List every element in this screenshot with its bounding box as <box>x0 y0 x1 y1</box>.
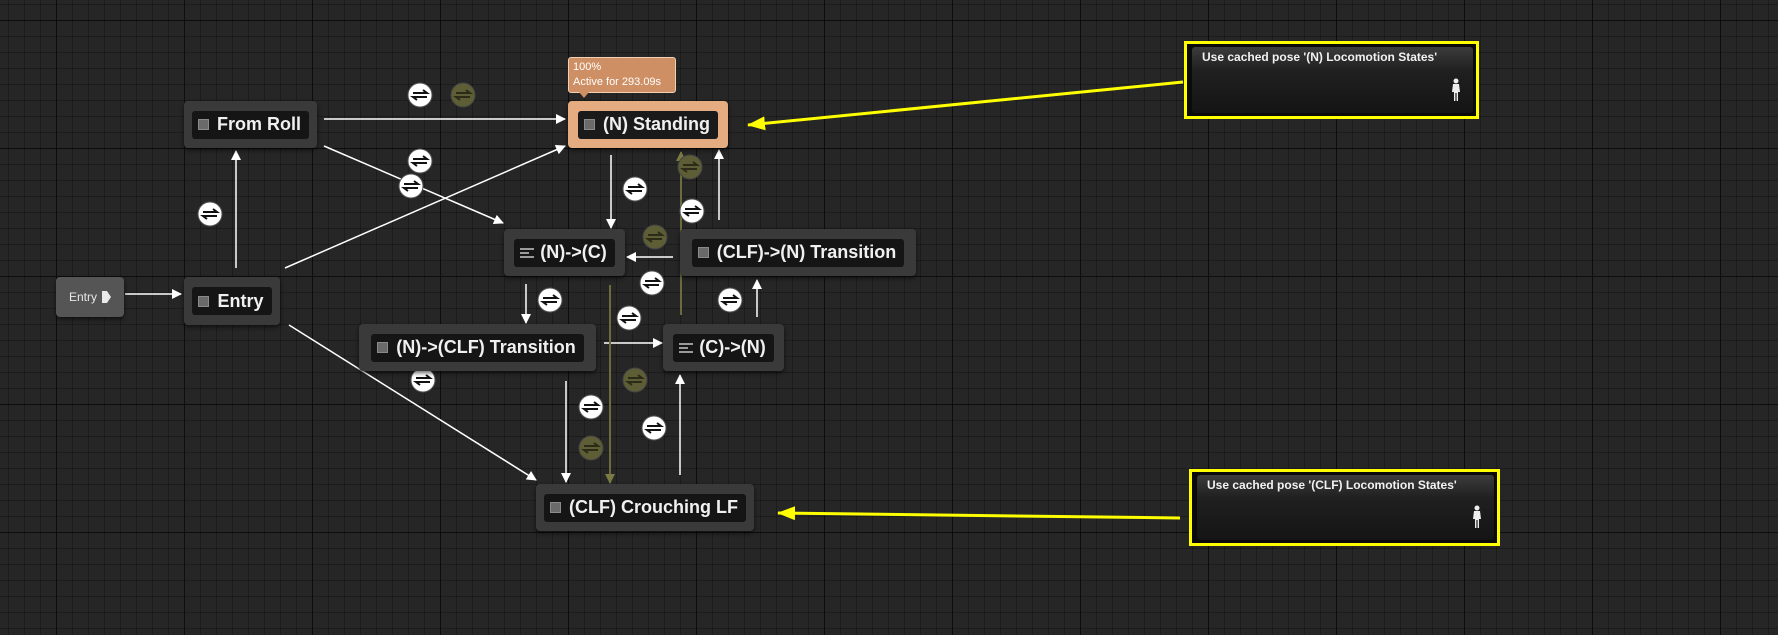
cached-pose-comment-clf[interactable]: Use cached pose '(CLF) Locomotion States… <box>1189 469 1500 546</box>
state-clf-crouching-lf[interactable]: (CLF) Crouching LF <box>536 484 754 531</box>
conduit-label: (N)->(C) <box>540 242 607 262</box>
exec-pin-icon[interactable] <box>102 291 111 303</box>
state-icon <box>198 295 210 307</box>
state-icon <box>584 119 595 130</box>
comment-text: Use cached pose '(CLF) Locomotion States… <box>1207 478 1457 492</box>
state-n-to-clf-transition[interactable]: (N)->(CLF) Transition <box>359 324 596 371</box>
state-n-standing[interactable]: (N) Standing <box>568 101 728 148</box>
comment-arrow-clf <box>777 506 1181 521</box>
state-label: (CLF)->(N) Transition <box>716 242 897 262</box>
state-entry[interactable]: Entry <box>184 277 280 325</box>
state-label: From Roll <box>217 114 301 134</box>
person-icon <box>1473 505 1481 528</box>
state-icon <box>697 247 709 258</box>
blend-weight: 100% <box>573 61 602 73</box>
state-label: (N) Standing <box>603 114 710 134</box>
state-clf-to-n-transition[interactable]: (CLF)->(N) Transition <box>680 229 916 276</box>
comment-arrow-standing <box>747 80 1184 131</box>
state-icon <box>198 119 209 130</box>
state-icon <box>550 502 562 513</box>
state-label: Entry <box>217 290 264 311</box>
entry-point-label: Entry <box>68 290 97 304</box>
active-state-tooltip: 100% Active for 293.09s <box>568 57 676 98</box>
active-duration: Active for 293.09s <box>573 76 662 88</box>
comment-body: Use cached pose '(N) Locomotion States' <box>1192 47 1473 113</box>
conduit-n-to-c[interactable]: (N)->(C) <box>504 229 625 276</box>
comment-body: Use cached pose '(CLF) Locomotion States… <box>1197 475 1494 540</box>
state-label: (CLF) Crouching LF <box>569 497 738 517</box>
state-label: (N)->(CLF) Transition <box>396 337 576 357</box>
comment-text: Use cached pose '(N) Locomotion States' <box>1202 50 1438 64</box>
conduit-icon <box>520 247 535 259</box>
person-icon <box>1452 78 1460 101</box>
cached-pose-comment-n[interactable]: Use cached pose '(N) Locomotion States' <box>1184 41 1479 119</box>
entry-point-node[interactable]: Entry <box>56 277 124 317</box>
conduit-c-to-n[interactable]: (C)->(N) <box>663 324 784 371</box>
state-from-roll[interactable]: From Roll <box>184 101 317 148</box>
conduit-icon <box>679 342 694 354</box>
conduit-label: (C)->(N) <box>699 337 766 357</box>
state-icon <box>377 342 389 353</box>
